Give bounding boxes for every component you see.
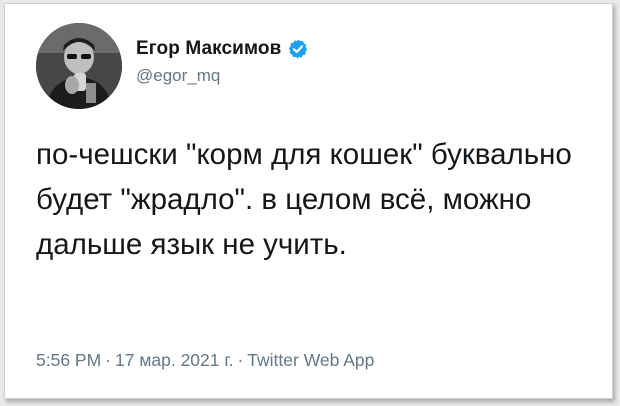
tweet-source[interactable]: Twitter Web App — [247, 350, 374, 370]
tweet-time[interactable]: 5:56 PM — [36, 350, 101, 370]
author-name[interactable]: Егор Максимов — [136, 38, 281, 60]
tweet-meta: 5:56 PM · 17 мар. 2021 г. · Twitter Web App — [36, 350, 374, 371]
author-handle[interactable]: @egor_mq — [136, 66, 220, 86]
meta-separator: · — [237, 350, 244, 370]
meta-separator: · — [105, 350, 112, 370]
verified-badge-icon — [289, 39, 308, 59]
tweet-card: Егор Максимов @egor_mq по-чешски "корм д… — [4, 3, 613, 399]
tweet-date[interactable]: 17 мар. 2021 г. — [115, 350, 233, 370]
avatar[interactable] — [36, 23, 122, 109]
avatar-photo — [36, 23, 122, 109]
author-row: Егор Максимов — [136, 38, 309, 60]
tweet-text: по-чешски "корм для кошек" буквально буд… — [36, 138, 572, 261]
